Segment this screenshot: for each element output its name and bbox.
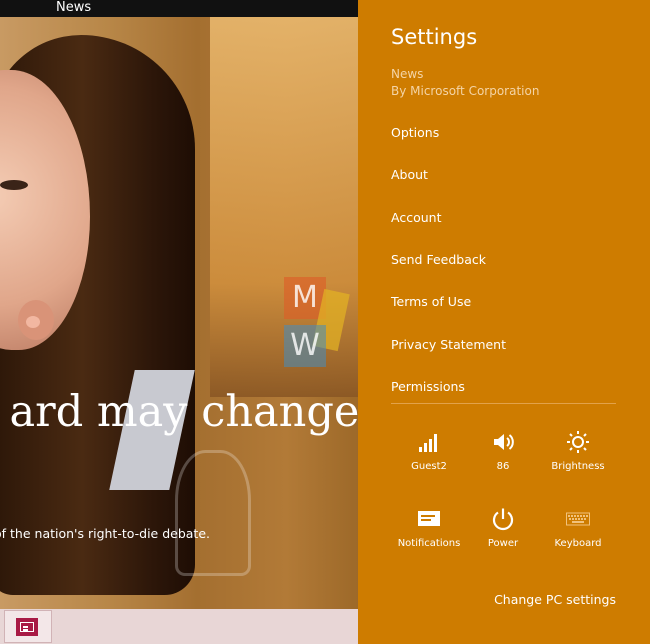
network-label: Guest2 — [411, 461, 447, 472]
menu-item-account[interactable]: Account — [391, 209, 441, 227]
settings-charm: Settings News By Microsoft Corporation O… — [358, 0, 650, 644]
menu-item-about[interactable]: About — [391, 166, 428, 184]
news-app: News ard may change th e of the nation's… — [0, 0, 358, 644]
photo-eye — [0, 180, 28, 190]
menu-item-options[interactable]: Options — [391, 124, 439, 142]
app-title: News — [56, 0, 92, 15]
volume-label: 86 — [496, 461, 510, 472]
network-signal-icon — [417, 430, 441, 454]
brightness-icon — [566, 430, 590, 454]
news-app-icon — [16, 618, 38, 636]
photo-glass — [175, 450, 251, 576]
article-headline-text: ard may change th — [9, 388, 358, 436]
menu-item-send-feedback[interactable]: Send Feedback — [391, 251, 486, 269]
settings-publisher: By Microsoft Corporation — [391, 84, 540, 98]
notifications-icon — [417, 507, 441, 531]
article-headline[interactable]: ard may change th — [0, 388, 358, 436]
power-label: Power — [487, 538, 519, 549]
menu-item-privacy-statement[interactable]: Privacy Statement — [391, 336, 506, 354]
settings-divider — [391, 403, 616, 404]
menu-item-permissions[interactable]: Permissions — [391, 378, 465, 396]
keyboard-tile[interactable]: Keyboard — [540, 507, 616, 557]
watermark-logo: M W — [284, 277, 358, 369]
photo-ear — [18, 300, 54, 340]
volume-tile[interactable]: 86 — [465, 430, 541, 480]
volume-icon — [491, 430, 515, 454]
keyboard-icon — [566, 507, 590, 531]
article-subline[interactable]: e of the nation's right-to-die debate. — [0, 524, 358, 544]
watermark-letter-w: W — [284, 325, 326, 367]
menu-item-terms-of-use[interactable]: Terms of Use — [391, 293, 471, 311]
notifications-label: Notifications — [397, 538, 461, 549]
settings-title: Settings — [391, 25, 478, 49]
taskbar-news-button[interactable] — [4, 610, 52, 643]
app-title-bar: News — [0, 0, 358, 17]
notifications-tile[interactable]: Notifications — [391, 507, 467, 557]
power-tile[interactable]: Power — [465, 507, 541, 557]
taskbar — [0, 609, 358, 644]
change-pc-settings-link[interactable]: Change PC settings — [494, 591, 616, 609]
settings-app-name: News — [391, 67, 424, 81]
brightness-tile[interactable]: Brightness — [540, 430, 616, 480]
power-icon — [491, 507, 515, 531]
article-subline-text: e of the nation's right-to-die debate. — [0, 526, 210, 541]
network-tile[interactable]: Guest2 — [391, 430, 467, 480]
brightness-label: Brightness — [551, 461, 605, 472]
keyboard-label: Keyboard — [554, 538, 602, 549]
